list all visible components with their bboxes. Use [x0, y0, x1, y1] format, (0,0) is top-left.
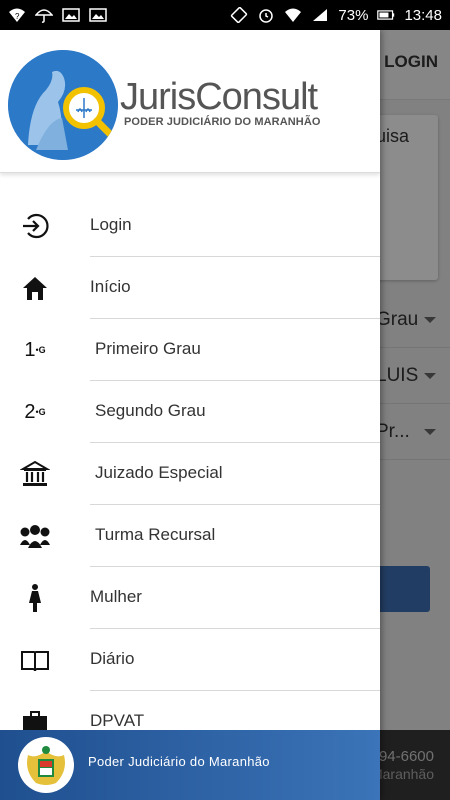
menu-item-label: Login: [90, 215, 132, 234]
first-grade-icon: 1 • G: [24, 338, 46, 361]
footer-text: Poder Judiciário do Maranhão: [88, 754, 270, 769]
navigation-drawer: JurisConsult PODER JUDICIÁRIO DO MARANHÃ…: [0, 30, 380, 800]
menu-item-primeiro-grau[interactable]: 1 • G Primeiro Grau: [0, 319, 380, 381]
status-left-icons: ?: [8, 7, 107, 23]
menu-item-segundo-grau[interactable]: 2 • G Segundo Grau: [0, 381, 380, 443]
signal-icon: [311, 7, 329, 23]
status-time: 13:48: [404, 6, 442, 24]
menu-item-label: Segundo Grau: [95, 401, 206, 420]
menu-item-inicio[interactable]: Início: [0, 257, 380, 319]
image-icon: [62, 7, 80, 23]
battery-icon: [377, 7, 395, 23]
alarm-icon: [257, 7, 275, 23]
book-icon: [18, 645, 52, 675]
court-seal-icon: [18, 737, 74, 793]
brand-subtitle: PODER JUDICIÁRIO DO MARANHÃO: [124, 116, 321, 128]
wifi-icon: [284, 7, 302, 23]
brand-title: JurisConsult: [120, 76, 318, 118]
umbrella-icon: [35, 7, 53, 23]
image-icon: [89, 7, 107, 23]
drawer-footer: Poder Judiciário do Maranhão: [0, 730, 380, 800]
menu-item-turma-recursal[interactable]: Turma Recursal: [0, 505, 380, 567]
menu-item-label: Turma Recursal: [95, 525, 216, 544]
menu-item-label: Juizado Especial: [95, 463, 223, 482]
jurisconsult-logo: [8, 50, 118, 160]
status-right-icons: 73% 13:48: [230, 7, 442, 24]
status-bar: ? 73% 13:48: [0, 0, 450, 30]
second-grade-icon: 2 • G: [24, 400, 46, 423]
second-grade-icon-text: 2: [24, 400, 36, 423]
drawer-header: JurisConsult PODER JUDICIÁRIO DO MARANHÃ…: [0, 30, 380, 173]
home-icon: [18, 273, 52, 303]
menu-item-label: Primeiro Grau: [95, 339, 201, 358]
courthouse-icon: [18, 459, 52, 489]
menu-item-label: Diário: [90, 649, 135, 668]
menu-item-mulher[interactable]: Mulher: [0, 567, 380, 629]
first-grade-icon-text: 1: [24, 338, 36, 361]
menu-item-label: Mulher: [90, 587, 142, 606]
group-icon: [18, 521, 52, 551]
menu-item-diario[interactable]: Diário: [0, 629, 380, 691]
battery-percent: 73%: [338, 6, 369, 24]
menu-item-juizado-especial[interactable]: Juizado Especial: [0, 443, 380, 505]
menu-item-login[interactable]: Login: [0, 195, 380, 257]
drawer-menu: Login Início 1 • G Primeiro Grau 2 • G Segun…: [0, 195, 380, 753]
rotate-icon: [230, 7, 248, 23]
login-icon: [18, 211, 52, 241]
wifi-question-icon: ?: [8, 7, 26, 23]
svg-text:?: ?: [15, 12, 20, 21]
menu-item-label: DPVAT: [90, 711, 145, 730]
menu-item-label: Início: [90, 277, 131, 296]
woman-icon: [18, 583, 52, 613]
